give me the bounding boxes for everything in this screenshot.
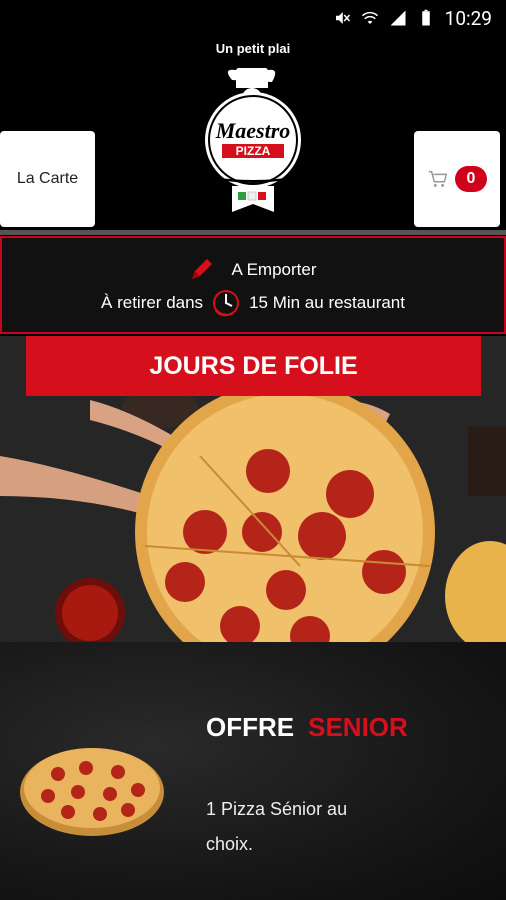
cart-count-badge: 0	[455, 166, 487, 192]
mute-icon	[335, 12, 350, 24]
offer-card[interactable]: OFFRE SENIOR 1 Pizza Sénior au choix.	[0, 642, 506, 900]
promo-banner[interactable]: JOURS DE FOLIE	[26, 336, 481, 396]
pencil-icon[interactable]	[189, 258, 213, 282]
svg-text:Maestro: Maestro	[215, 118, 291, 143]
menu-button-label: La Carte	[16, 170, 79, 187]
battery-icon	[421, 9, 430, 26]
promo-banner-label: JOURS DE FOLIE	[149, 351, 358, 380]
status-bar: 10:29	[0, 0, 506, 36]
page-title: Un petit plai	[215, 41, 291, 56]
menu-button[interactable]: La Carte	[0, 131, 95, 227]
app-header: Un petit plai Maestro PIZZA La Carte 0	[0, 36, 506, 230]
clock-icon	[213, 290, 240, 317]
header-divider	[0, 230, 506, 235]
offer-title: OFFRE SENIOR	[206, 712, 408, 743]
svg-text:PIZZA: PIZZA	[236, 144, 271, 158]
pickup-suffix: 15 Min au restaurant	[249, 293, 405, 312]
order-mode-label: A Emporter	[231, 260, 317, 279]
signal-icon	[390, 10, 406, 26]
cart-icon	[428, 170, 448, 187]
status-time: 10:29	[444, 6, 492, 30]
pickup-prefix: À retirer dans	[101, 293, 204, 312]
wifi-icon	[361, 11, 378, 24]
offer-pizza-image	[20, 748, 164, 836]
order-mode-panel[interactable]: A Emporter À retirer dans 15 Min au rest…	[0, 236, 506, 334]
offer-title-word1: OFFRE	[206, 712, 295, 742]
cart-button[interactable]: 0	[414, 131, 500, 227]
maestro-pizza-logo: Maestro PIZZA	[205, 68, 301, 212]
offer-description: 1 Pizza Sénior au choix.	[206, 799, 348, 854]
offer-title-word2: SENIOR	[308, 712, 408, 742]
